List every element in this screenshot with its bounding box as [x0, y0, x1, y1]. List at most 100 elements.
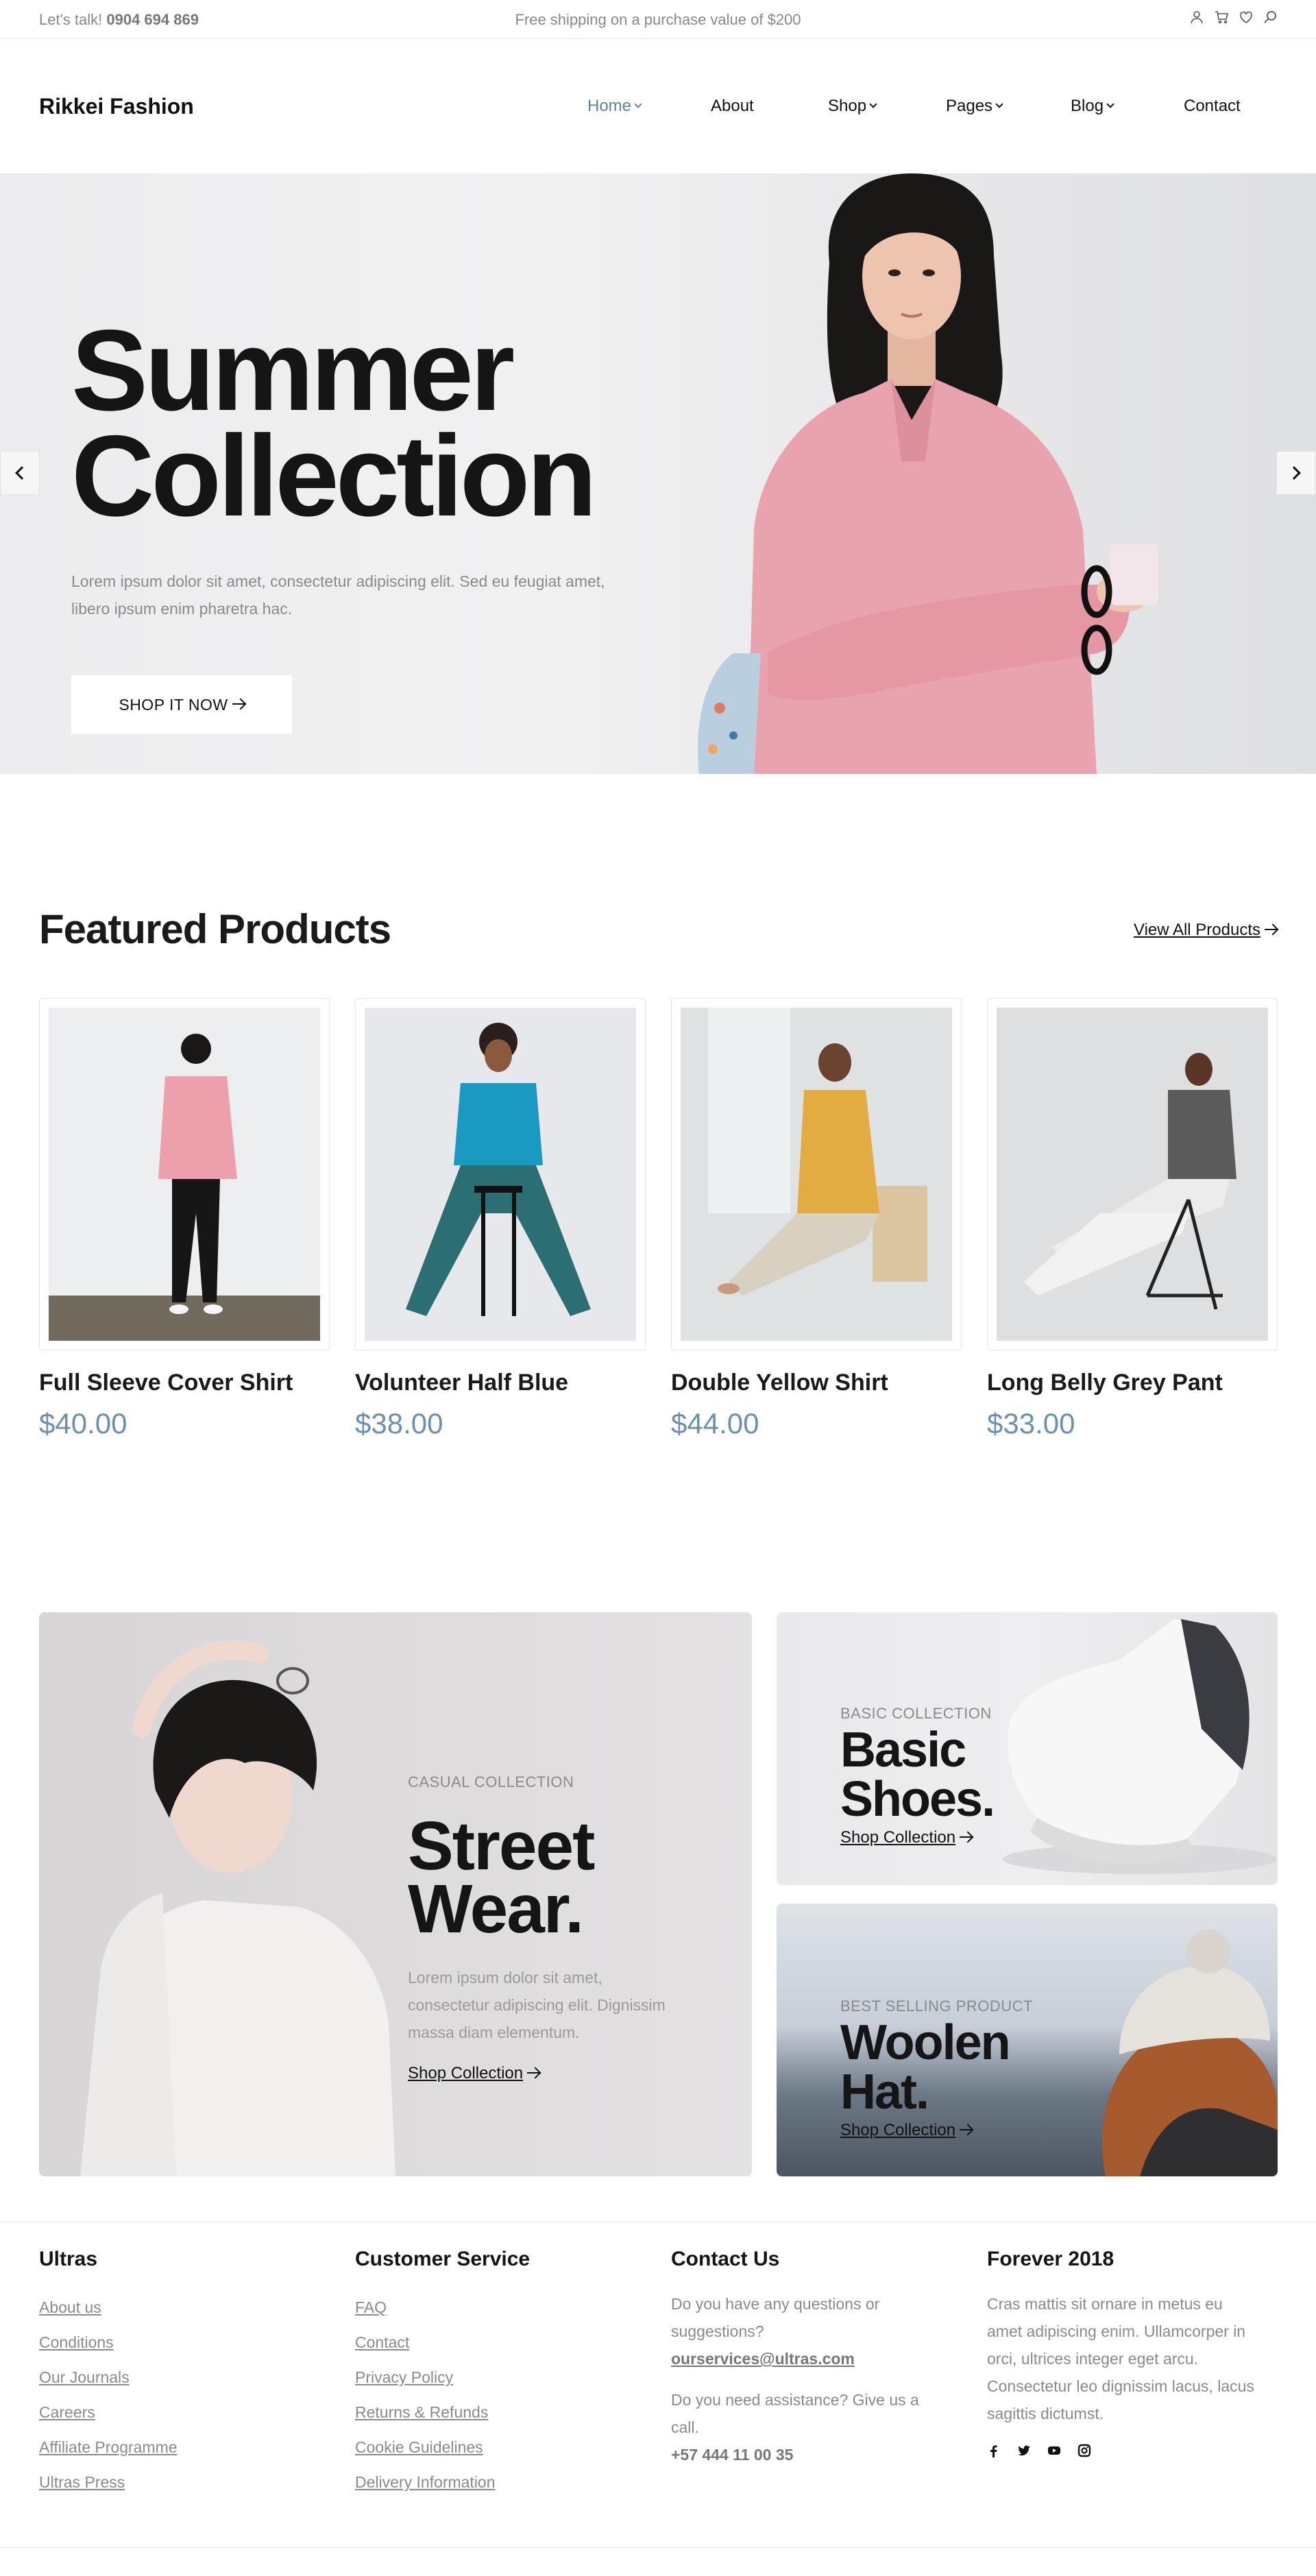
footer-link[interactable]: Privacy Policy: [355, 2360, 530, 2395]
featured-products-title: Featured Products: [39, 906, 391, 952]
product-price: $44.00: [671, 1407, 759, 1439]
street-wear-title-line2: Wear.: [408, 1871, 584, 1947]
nav-contact[interactable]: Contact: [1184, 97, 1241, 116]
arrow-right-icon: [232, 703, 245, 705]
user-icon[interactable]: [1189, 10, 1204, 25]
product-name[interactable]: Long Belly Grey Pant: [987, 1370, 1278, 1396]
product-image-frame[interactable]: [987, 998, 1278, 1350]
footer-link[interactable]: Returns & Refunds: [355, 2395, 530, 2430]
street-wear-banner[interactable]: CASUAL COLLECTION Street Wear. Lorem ips…: [39, 1612, 752, 2176]
product-image: [997, 1008, 1268, 1341]
nav-shop-label: Shop: [828, 97, 867, 115]
site-logo[interactable]: Rikkei Fashion: [39, 94, 194, 119]
nav-shop[interactable]: Shop: [828, 97, 877, 116]
product-price: $33.00: [987, 1407, 1075, 1439]
nav-pages-label: Pages: [946, 97, 993, 115]
arrow-right-icon: [1265, 928, 1277, 930]
street-wear-description: Lorem ipsum dolor sit amet, consectetur …: [408, 1969, 666, 2041]
footer-link[interactable]: FAQ: [355, 2290, 530, 2325]
shop-collection-label: Shop Collection: [408, 2064, 524, 2082]
woolen-hat-subtitle: BEST SELLING PRODUCT: [840, 1997, 1033, 2015]
product-image: [365, 1008, 636, 1341]
cart-icon[interactable]: [1214, 10, 1229, 25]
topbar-icons: [1189, 10, 1278, 25]
footer-link[interactable]: Conditions: [39, 2325, 178, 2360]
street-wear-content: CASUAL COLLECTION Street Wear. Lorem ips…: [408, 1773, 682, 2083]
basic-shoes-shop-link[interactable]: Shop Collection: [840, 1828, 994, 1847]
footer-link[interactable]: Ultras Press: [39, 2465, 178, 2500]
footer-link[interactable]: Our Journals: [39, 2360, 178, 2395]
product-name[interactable]: Volunteer Half Blue: [355, 1370, 646, 1396]
shop-collection-label: Shop Collection: [840, 2121, 956, 2139]
heart-icon[interactable]: [1239, 10, 1254, 25]
street-wear-model-image: [80, 1640, 395, 2176]
basic-shoes-content: BASIC COLLECTION Basic Shoes. Shop Colle…: [840, 1705, 995, 1847]
shipping-text: Free shipping on a purchase value of $20…: [515, 11, 801, 28]
footer-about-text: Cras mattis sit ornare in metus eu amet …: [987, 2295, 1254, 2422]
slider-prev-button[interactable]: [0, 451, 40, 495]
twitter-icon[interactable]: [1017, 2444, 1031, 2457]
product-card[interactable]: Double Yellow Shirt $44.00: [671, 998, 962, 1440]
product-card[interactable]: Volunteer Half Blue $38.00: [355, 998, 646, 1440]
woolen-hat-title: Woolen Hat.: [840, 2018, 1033, 2117]
chevron-down-icon: [869, 100, 877, 108]
footer-col-title: Contact Us: [671, 2248, 780, 2270]
product-name[interactable]: Full Sleeve Cover Shirt: [39, 1370, 330, 1396]
site-header: Rikkei Fashion Home About Shop Pages Blo…: [0, 39, 1316, 173]
youtube-icon[interactable]: [1047, 2444, 1061, 2457]
woolen-hat-banner[interactable]: BEST SELLING PRODUCT Woolen Hat. Shop Co…: [777, 1904, 1278, 2176]
phone-number[interactable]: 0904 694 869: [106, 11, 199, 28]
footer-link[interactable]: Affiliate Programme: [39, 2430, 178, 2465]
woolen-hat-content: BEST SELLING PRODUCT Woolen Hat. Shop Co…: [840, 1997, 1033, 2140]
chevron-down-icon: [1106, 100, 1114, 108]
instagram-icon[interactable]: [1077, 2444, 1091, 2457]
footer-col-ultras: Ultras About us Conditions Our Journals …: [39, 2248, 178, 2500]
footer-link[interactable]: Cookie Guidelines: [355, 2430, 530, 2465]
nav-blog[interactable]: Blog: [1071, 97, 1114, 116]
contact-phone[interactable]: Let's talk! 0904 694 869: [39, 11, 199, 29]
hero-title-line1: Summer: [71, 306, 515, 435]
product-price: $40.00: [39, 1407, 127, 1439]
contact-email-link[interactable]: ourservices@ultras.com: [671, 2345, 931, 2372]
contact-assist: Do you need assistance? Give us a call.: [671, 2391, 919, 2436]
footer-col-forever: Forever 2018 Cras mattis sit ornare in m…: [987, 2248, 1261, 2457]
nav-about[interactable]: About: [711, 97, 754, 116]
shoe-image: [1003, 1619, 1277, 1874]
product-name[interactable]: Double Yellow Shirt: [671, 1370, 962, 1396]
footer-col-title: Ultras: [39, 2248, 98, 2270]
product-card[interactable]: Long Belly Grey Pant $33.00: [987, 998, 1278, 1440]
basic-shoes-banner[interactable]: BASIC COLLECTION Basic Shoes. Shop Colle…: [777, 1612, 1278, 1885]
product-image-frame[interactable]: [671, 998, 962, 1350]
woolen-hat-model-image: [1101, 1930, 1278, 2176]
woolen-hat-shop-link[interactable]: Shop Collection: [840, 2121, 1033, 2140]
footer-link[interactable]: Delivery Information: [355, 2465, 530, 2500]
street-wear-shop-link[interactable]: Shop Collection: [408, 2064, 682, 2083]
product-image-frame[interactable]: [355, 998, 646, 1350]
street-wear-title-line1: Street: [408, 1808, 595, 1884]
footer-link[interactable]: Contact: [355, 2325, 530, 2360]
footer-col-customer-service: Customer Service FAQ Contact Privacy Pol…: [355, 2248, 530, 2500]
product-image-frame[interactable]: [39, 998, 330, 1350]
hero-title-line2: Collection: [71, 411, 597, 540]
facebook-icon[interactable]: [987, 2444, 1001, 2457]
nav-pages[interactable]: Pages: [946, 97, 1003, 116]
contact-phone-number[interactable]: +57 444 11 00 35: [671, 2441, 931, 2468]
chevron-left-icon: [15, 466, 29, 480]
view-all-products-link[interactable]: View All Products: [1134, 921, 1277, 940]
footer-link[interactable]: About us: [39, 2290, 178, 2325]
product-price: $38.00: [355, 1407, 443, 1439]
hero-slider: Summer Collection Lorem ipsum dolor sit …: [0, 173, 1316, 774]
basic-shoes-title-line1: Basic: [840, 1723, 966, 1777]
footer-link[interactable]: Careers: [39, 2395, 178, 2430]
nav-home[interactable]: Home: [587, 97, 642, 116]
product-card[interactable]: Full Sleeve Cover Shirt $40.00: [39, 998, 330, 1440]
product-image: [49, 1008, 320, 1341]
nav-contact-label: Contact: [1184, 97, 1241, 115]
street-wear-title: Street Wear.: [408, 1808, 682, 1947]
shop-now-label: SHOP IT NOW: [119, 695, 228, 714]
slider-next-button[interactable]: [1276, 451, 1316, 495]
footer-col-title: Customer Service: [355, 2248, 531, 2270]
talk-label: Let's talk!: [39, 11, 103, 28]
search-icon[interactable]: [1263, 10, 1278, 25]
shop-now-button[interactable]: SHOP IT NOW: [71, 675, 292, 734]
